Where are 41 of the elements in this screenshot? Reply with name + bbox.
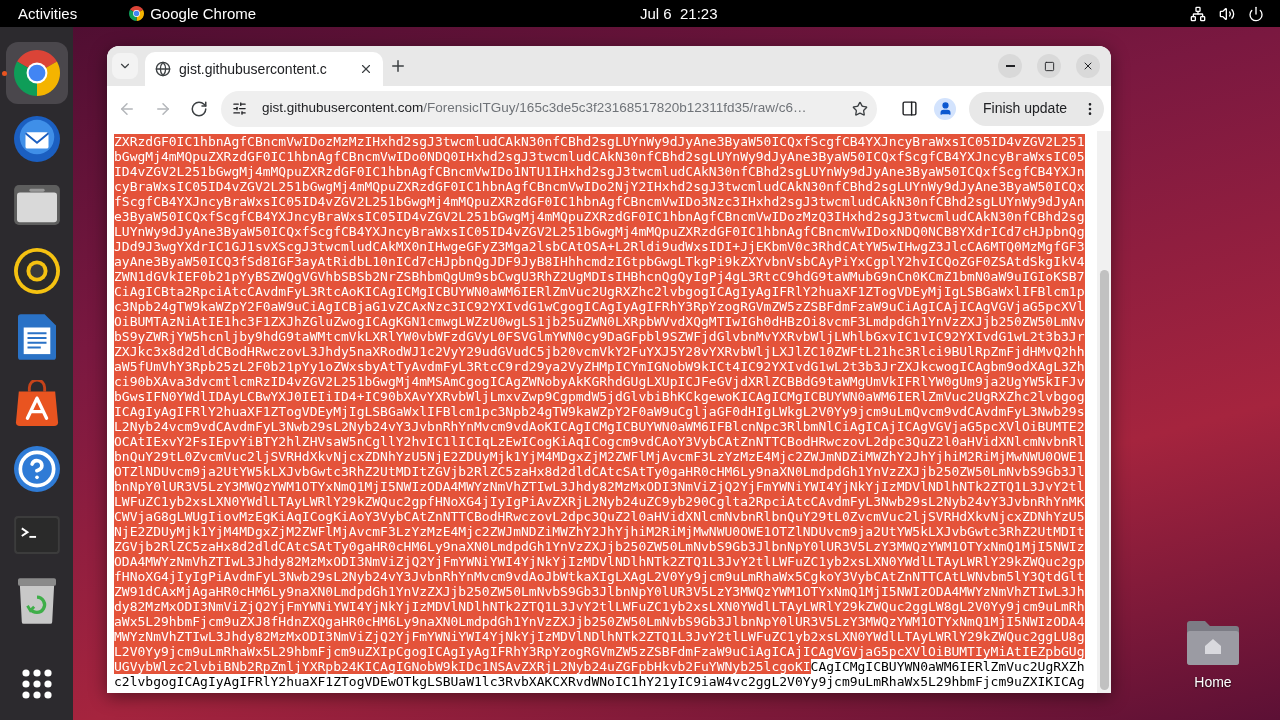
close-tab-icon[interactable] xyxy=(359,62,373,76)
activities-button[interactable]: Activities xyxy=(18,6,78,21)
terminal-icon xyxy=(13,516,60,554)
mail-icon xyxy=(13,116,60,162)
home-folder-icon[interactable] xyxy=(1185,618,1241,666)
running-indicator-icon xyxy=(1,71,7,76)
power-icon[interactable] xyxy=(1248,5,1264,22)
profile-avatar-icon xyxy=(934,97,956,120)
side-panel-icon xyxy=(900,100,918,117)
volume-icon[interactable] xyxy=(1219,5,1235,22)
app-name-menu[interactable]: Google Chrome xyxy=(150,6,257,21)
tab-title: gist.githubusercontent.c xyxy=(179,59,327,79)
plus-icon xyxy=(389,57,407,75)
help-icon xyxy=(13,446,60,492)
apps-grid-icon xyxy=(21,669,52,699)
desktop-icon-label[interactable]: Home xyxy=(1194,672,1232,693)
chrome-logo-icon xyxy=(129,6,145,21)
network-icon[interactable] xyxy=(1190,5,1206,22)
sliders-icon[interactable] xyxy=(232,101,247,116)
minimize-button[interactable] xyxy=(998,54,1022,78)
close-icon xyxy=(1082,60,1094,72)
maximize-icon xyxy=(1043,60,1055,72)
chrome-logo-icon xyxy=(13,50,60,96)
dock-app-button[interactable] xyxy=(5,42,68,104)
speaker-icon xyxy=(13,248,60,294)
bookmark-star-icon[interactable] xyxy=(852,100,868,117)
scrollbar-thumb[interactable] xyxy=(1099,270,1109,690)
reload-icon xyxy=(190,99,208,118)
clock[interactable]: Jul 6 21:23 xyxy=(640,6,718,21)
minimize-icon xyxy=(1005,65,1015,67)
close-window-button[interactable] xyxy=(1076,54,1100,78)
trash-icon xyxy=(17,578,56,624)
shopping-bag-icon xyxy=(14,380,59,426)
url-text: gist.githubusercontent.com/ForensicITGuy/165c3de5c3f23168517820b12311fd35/raw/c6… xyxy=(262,99,807,118)
address-bar[interactable]: gist.githubusercontent.com/ForensicITGuy/165c3de5c3f23168517820b12311fd35/raw/c6… xyxy=(221,90,877,127)
document-icon xyxy=(17,314,56,360)
browser-tab[interactable]: gist.githubusercontent.c xyxy=(145,52,383,86)
folder-icon xyxy=(13,185,60,225)
finish-update-button[interactable]: Finish update xyxy=(969,91,1104,126)
globe-icon xyxy=(155,61,171,77)
maximize-button[interactable] xyxy=(1037,54,1061,78)
